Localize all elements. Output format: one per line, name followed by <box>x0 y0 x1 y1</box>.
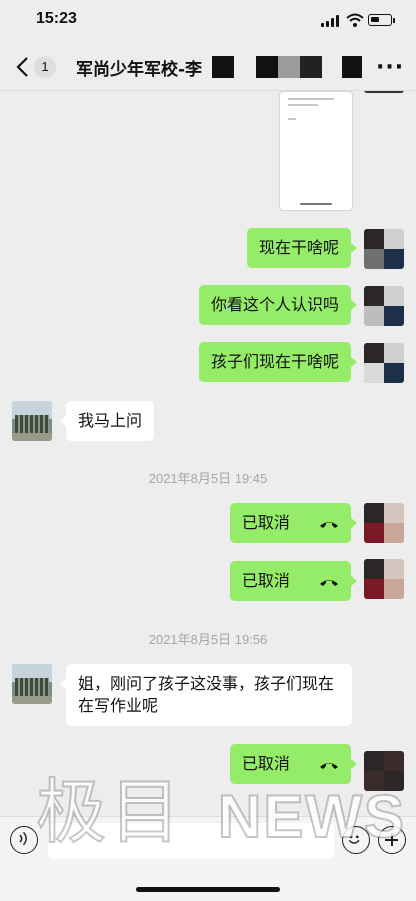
avatar-self[interactable] <box>364 286 404 326</box>
home-indicator <box>136 887 280 892</box>
wifi-icon <box>346 13 364 27</box>
emoji-icon[interactable] <box>342 826 370 854</box>
avatar-self[interactable] <box>364 343 404 383</box>
call-status-label: 已取消 <box>241 571 290 590</box>
avatar-contact[interactable] <box>12 401 52 441</box>
avatar-contact[interactable] <box>12 664 52 704</box>
chat-header: 1 军尚少年军校-李 ··· <box>0 44 416 91</box>
message-list[interactable]: 现在干啥呢 你看这个人认识吗 孩子们现在干啥呢 我马上问 2021年8月5日 1… <box>0 91 416 816</box>
voice-icon[interactable] <box>10 826 38 854</box>
message-bubble-out[interactable]: 你看这个人认识吗 <box>198 285 358 325</box>
call-status-label: 已取消 <box>241 513 290 532</box>
phone-hangup-icon <box>320 521 338 528</box>
message-bubble-in[interactable]: 姐，刚问了孩子这没事，孩子们现在在写作业呢 <box>60 664 352 726</box>
chevron-left-icon[interactable] <box>14 56 32 78</box>
avatar-self[interactable] <box>364 91 404 93</box>
avatar-self[interactable] <box>364 751 404 791</box>
call-cancelled-bubble[interactable]: 已取消 <box>229 744 358 784</box>
message-bubble-out[interactable]: 现在干啥呢 <box>246 228 358 268</box>
status-time: 15:23 <box>36 10 77 27</box>
timestamp: 2021年8月5日 19:56 <box>148 632 268 647</box>
more-dots-icon[interactable]: ··· <box>376 57 404 79</box>
avatar-self[interactable] <box>364 503 404 543</box>
avatar-self[interactable] <box>364 559 404 599</box>
timestamp: 2021年8月5日 19:45 <box>148 471 268 486</box>
plus-icon[interactable] <box>378 826 406 854</box>
signal-icon <box>321 15 341 27</box>
call-status-label: 已取消 <box>241 754 290 773</box>
message-input[interactable] <box>48 823 334 859</box>
phone-hangup-icon <box>320 579 338 586</box>
avatar-self[interactable] <box>364 229 404 269</box>
chat-title[interactable]: 军尚少年军校-李 <box>76 55 202 80</box>
call-cancelled-bubble[interactable]: 已取消 <box>229 561 358 601</box>
unread-count-badge[interactable]: 1 <box>34 56 56 78</box>
redacted-name <box>212 56 322 78</box>
message-bubble-out[interactable]: 孩子们现在干啥呢 <box>198 342 358 382</box>
image-message[interactable] <box>279 91 353 211</box>
battery-icon <box>368 14 392 26</box>
input-bar <box>0 816 416 901</box>
status-bar: 15:23 <box>0 0 416 44</box>
phone-hangup-icon <box>320 762 338 769</box>
call-cancelled-bubble[interactable]: 已取消 <box>229 503 358 543</box>
message-bubble-in[interactable]: 我马上问 <box>59 401 155 441</box>
